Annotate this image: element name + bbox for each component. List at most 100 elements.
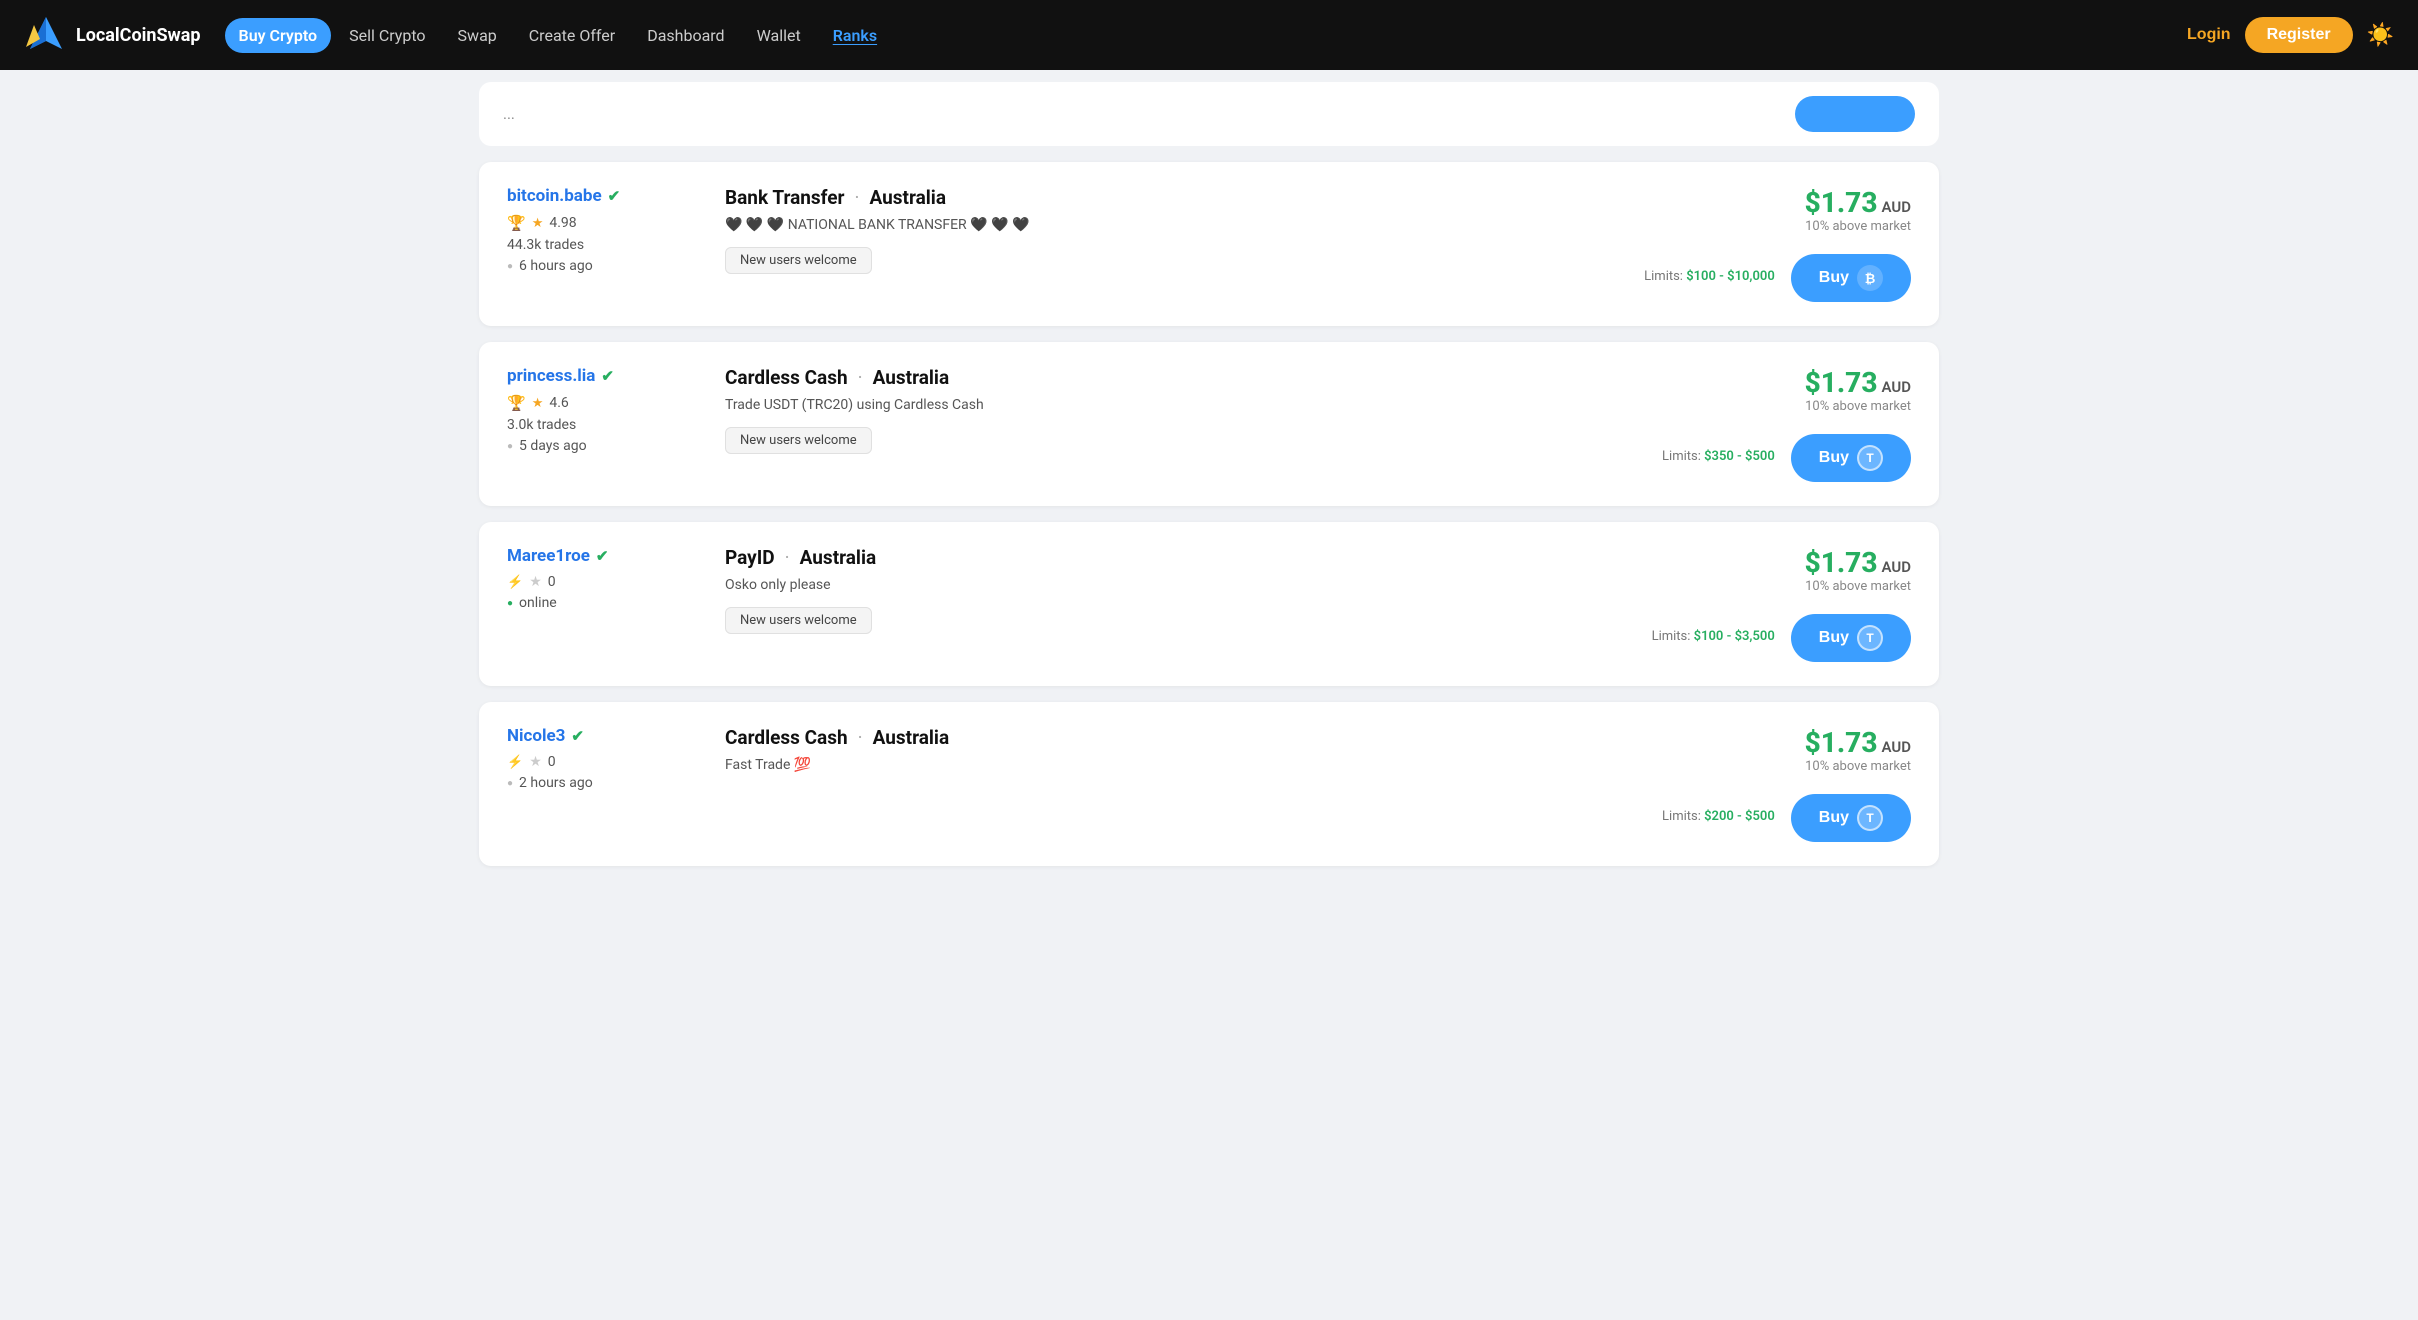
offer-tag: New users welcome [725,247,872,274]
offer-location: Australia [800,546,877,569]
price-block: $1.73 AUD 10% above market [1805,546,1911,594]
offer-limits: Limits: $350 - $500 [1662,449,1775,464]
offer-price-section: $1.73 AUD 10% above market Limits: $100 … [1652,546,1911,662]
status-dot-icon: ● [507,261,513,272]
trades-count: 44.3k trades [507,237,584,253]
star-icon: ★ [529,754,542,770]
offer-details: Cardless Cash · Australia Trade USDT (TR… [697,366,1662,454]
offer-limits: Limits: $100 - $3,500 [1652,629,1775,644]
star-icon: ★ [532,396,544,411]
buy-button[interactable]: Buy T [1791,614,1911,662]
navbar: LocalCoinSwap Buy Crypto Sell Crypto Swa… [0,0,2418,70]
star-icon: ★ [532,216,544,231]
offer-limits: Limits: $100 - $10,000 [1644,269,1775,284]
theme-toggle-icon[interactable]: ☀️ [2367,23,2394,48]
verified-badge-icon: ✔ [601,367,614,385]
limits-buy-row: Limits: $350 - $500 Buy T [1662,426,1911,482]
buy-button[interactable]: Buy T [1791,794,1911,842]
brand-name: LocalCoinSwap [76,25,201,46]
price-currency: AUD [1881,198,1911,216]
offer-limits: Limits: $200 - $500 [1662,809,1775,824]
offer-method-line: Cardless Cash · Australia [725,726,1634,749]
price-currency: AUD [1881,558,1911,576]
nav-buy-crypto[interactable]: Buy Crypto [225,18,332,53]
offer-location: Australia [873,726,950,749]
rating-row: 🏆 ★ 4.98 [507,214,697,232]
nav-dashboard[interactable]: Dashboard [633,18,738,53]
nav-create-offer[interactable]: Create Offer [515,18,629,53]
seller-username[interactable]: Nicole3 ✔ [507,726,697,746]
offer-details: Bank Transfer · Australia 🖤 🖤 🖤 NATIONAL… [697,186,1644,274]
offer-description: Fast Trade 💯 [725,757,1634,773]
offer-location: Australia [869,186,946,209]
status-dot-icon: ● [507,598,513,609]
offer-stats: ⚡ ★ 0 ● online [507,574,697,611]
limits-buy-row: Limits: $200 - $500 Buy T [1662,786,1911,842]
limits-buy-row: Limits: $100 - $3,500 Buy T [1652,606,1911,662]
above-market-text: 10% above market [1805,219,1911,234]
last-seen-row: ● 5 days ago [507,438,697,454]
seller-username[interactable]: Maree1roe ✔ [507,546,697,566]
offer-method-line: PayID · Australia [725,546,1624,569]
rating-value: 4.98 [549,215,576,231]
offer-details: PayID · Australia Osko only please New u… [697,546,1652,634]
nav-wallet[interactable]: Wallet [743,18,815,53]
offer-description: 🖤 🖤 🖤 NATIONAL BANK TRANSFER 🖤 🖤 🖤 [725,217,1616,233]
rating-row: ⚡ ★ 0 [507,574,697,590]
last-seen-row: ● 2 hours ago [507,775,697,791]
offer-seller-info: Nicole3 ✔ ⚡ ★ 0 ● 2 hours ago [507,726,697,791]
offer-card: Nicole3 ✔ ⚡ ★ 0 ● 2 hours ago Cardless C… [479,702,1939,866]
offer-card: bitcoin.babe ✔ 🏆 ★ 4.98 44.3k trades ● 6… [479,162,1939,326]
offer-price-section: $1.73 AUD 10% above market Limits: $200 … [1662,726,1911,842]
offer-stats: 🏆 ★ 4.6 3.0k trades ● 5 days ago [507,394,697,454]
truncated-top-card: ... [479,82,1939,146]
verified-badge-icon: ✔ [596,547,609,565]
main-content: ... bitcoin.babe ✔ 🏆 ★ 4.98 44.3k trades [459,70,1959,922]
price-row: $1.73 AUD [1805,546,1911,579]
coin-icon: ₿ [1857,265,1883,291]
rating-row: 🏆 ★ 4.6 [507,394,697,412]
buy-button[interactable]: Buy ₿ [1791,254,1911,302]
offer-price-section: $1.73 AUD 10% above market Limits: $350 … [1662,366,1911,482]
lightning-icon: ⚡ [507,755,523,770]
limits-buy-row: Limits: $100 - $10,000 Buy ₿ [1644,246,1911,302]
rating-value: 0 [548,754,556,770]
nav-swap[interactable]: Swap [444,18,511,53]
navbar-right: Login Register ☀️ [2187,17,2394,53]
seller-username[interactable]: bitcoin.babe ✔ [507,186,697,206]
last-seen-row: ● 6 hours ago [507,258,697,274]
payment-method: Cardless Cash [725,366,848,389]
price-block: $1.73 AUD 10% above market [1805,186,1911,234]
brand[interactable]: LocalCoinSwap [24,13,201,57]
trades-row: 3.0k trades [507,417,697,433]
nav-ranks[interactable]: Ranks [819,18,891,53]
offer-seller-info: princess.lia ✔ 🏆 ★ 4.6 3.0k trades ● 5 d… [507,366,697,454]
offer-location: Australia [873,366,950,389]
trades-row: 44.3k trades [507,237,697,253]
above-market-text: 10% above market [1805,399,1911,414]
login-button[interactable]: Login [2187,26,2231,44]
last-seen-text: online [519,595,557,611]
offer-card: Maree1roe ✔ ⚡ ★ 0 ● online PayID · Austr… [479,522,1939,686]
trades-count: 3.0k trades [507,417,576,433]
register-button[interactable]: Register [2245,17,2353,53]
payment-method: Bank Transfer [725,186,844,209]
nav-links: Buy Crypto Sell Crypto Swap Create Offer… [225,18,2187,53]
buy-button[interactable]: Buy T [1791,434,1911,482]
truncated-right [1795,96,1915,132]
nav-sell-crypto[interactable]: Sell Crypto [335,18,439,53]
price-value: $1.73 [1805,726,1878,759]
offer-stats: ⚡ ★ 0 ● 2 hours ago [507,754,697,791]
price-currency: AUD [1881,738,1911,756]
limits-values: $350 - $500 [1704,449,1775,464]
price-value: $1.73 [1805,546,1878,579]
payment-method: PayID [725,546,775,569]
star-icon: ★ [529,574,542,590]
trophy-icon: 🏆 [507,214,526,232]
coin-icon: T [1857,625,1883,651]
seller-username[interactable]: princess.lia ✔ [507,366,697,386]
rating-value: 0 [548,574,556,590]
offer-description: Osko only please [725,577,1624,593]
verified-badge-icon: ✔ [571,727,584,745]
offer-method-line: Cardless Cash · Australia [725,366,1634,389]
